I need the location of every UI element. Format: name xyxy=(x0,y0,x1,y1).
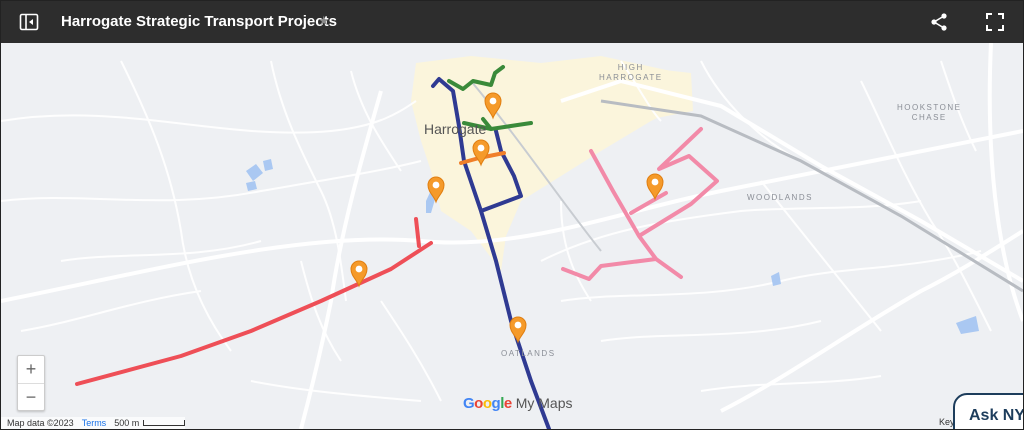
zoom-controls: + − xyxy=(17,355,45,411)
google-my-maps-logo: Google My Maps xyxy=(463,395,573,412)
map-title: Harrogate Strategic Transport Projects xyxy=(61,13,337,30)
sidebar-toggle-icon[interactable] xyxy=(19,12,39,32)
area-label-high-harrogate: HIGH HARROGATE xyxy=(599,63,663,82)
fullscreen-icon[interactable] xyxy=(986,13,1004,31)
map-data-attribution: Map data ©2023 xyxy=(7,418,74,428)
map-canvas[interactable] xyxy=(1,43,1023,429)
ask-nye-label: Ask NYE xyxy=(969,407,1024,424)
terms-link[interactable]: Terms xyxy=(82,418,107,428)
star-icon[interactable]: ★ xyxy=(318,13,330,29)
town-label: Harrogate xyxy=(424,121,487,137)
zoom-out-button[interactable]: − xyxy=(18,384,44,411)
scale-line xyxy=(143,420,186,426)
share-icon[interactable] xyxy=(929,12,949,32)
scale-label: 500 m xyxy=(114,418,140,428)
my-maps-wordmark: My Maps xyxy=(515,395,573,411)
map-embed-frame: Harrogate Strategic Transport Projects ★ xyxy=(0,0,1024,430)
google-wordmark: Google xyxy=(463,395,512,412)
zoom-in-button[interactable]: + xyxy=(18,356,44,384)
map-header-bar: Harrogate Strategic Transport Projects ★ xyxy=(1,1,1023,43)
scale-bar: 500 m xyxy=(114,418,186,428)
area-label-hookstone-chase: HOOKSTONE CHASE xyxy=(897,103,962,122)
area-label-woodlands: WOODLANDS xyxy=(747,193,813,202)
map-svg[interactable] xyxy=(1,43,1023,429)
area-label-oatlands: OATLANDS xyxy=(501,349,556,358)
map-footer: Map data ©2023 Terms 500 m xyxy=(1,417,186,429)
ask-nye-button[interactable]: Ask NYE xyxy=(953,393,1024,429)
